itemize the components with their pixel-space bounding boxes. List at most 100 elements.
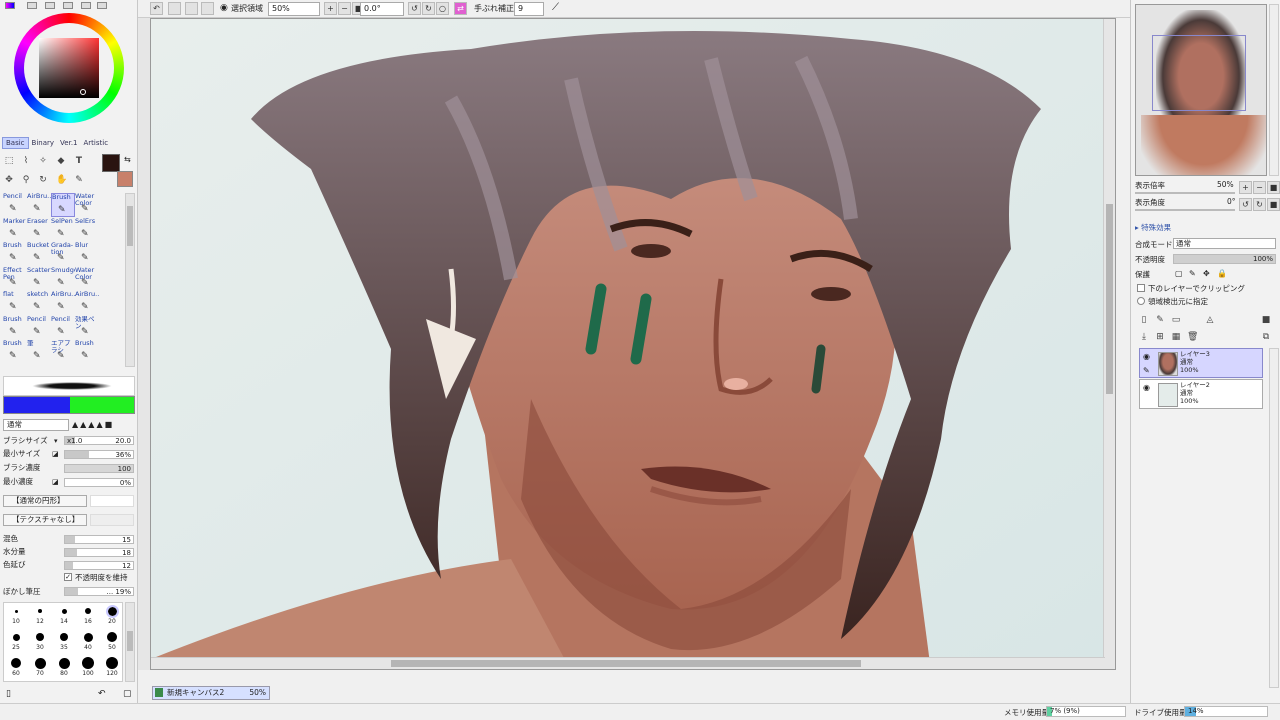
- nav-zoom-slider[interactable]: [1135, 192, 1235, 194]
- nav-rotate-reset-button[interactable]: ■: [1267, 198, 1280, 211]
- horizontal-scrollbar[interactable]: [151, 657, 1105, 669]
- brush-tool-10[interactable]: Grada- tion ✎: [51, 242, 75, 266]
- brush-tool-22[interactable]: Pencil ✎: [51, 316, 75, 340]
- primary-color-swatch[interactable]: [102, 154, 120, 172]
- dot-scrollbar[interactable]: [125, 602, 135, 682]
- brush-size-dot[interactable]: [36, 633, 44, 641]
- brush-tool-9[interactable]: Bucket ✎: [27, 242, 51, 266]
- brush-size-dot[interactable]: [105, 604, 119, 618]
- tab-ver1[interactable]: Ver.1: [57, 138, 80, 148]
- brush-tool-3[interactable]: Water Color ✎: [75, 193, 99, 217]
- brush-tool-21[interactable]: Pencil ✎: [27, 316, 51, 340]
- new-folder-icon[interactable]: ▭: [1171, 315, 1181, 325]
- min-size-slider[interactable]: 36%: [64, 450, 134, 459]
- brush-size-dot[interactable]: [12, 633, 20, 641]
- blur-slider[interactable]: ... 19%: [64, 587, 134, 596]
- color-wheel[interactable]: [14, 13, 124, 123]
- delete-layer-icon[interactable]: 🗑: [1187, 332, 1198, 342]
- brush-tool-8[interactable]: Brush ✎: [3, 242, 27, 266]
- rect-select-icon[interactable]: ⬚: [4, 156, 14, 166]
- layer-item[interactable]: ◉ ✎ レイヤー3 通常 100%: [1139, 348, 1263, 378]
- layer-pen-icon[interactable]: ✎: [1143, 366, 1150, 375]
- new-pen-layer-icon[interactable]: ✎: [1155, 315, 1165, 325]
- tab-artistic[interactable]: Artistic: [81, 138, 112, 148]
- color-square[interactable]: [39, 38, 99, 98]
- brush-size-dropdown-icon[interactable]: ▾: [54, 437, 58, 445]
- brush-size-slider[interactable]: x1.0 20.0: [64, 436, 134, 445]
- nav-rotate-left-button[interactable]: ↺: [1239, 198, 1252, 211]
- mask-icon[interactable]: ◬: [1205, 315, 1215, 325]
- brush-size-dot[interactable]: [106, 657, 118, 669]
- tab-basic[interactable]: Basic: [2, 137, 29, 149]
- hand-icon[interactable]: ✋: [56, 175, 67, 185]
- rotate-left-button[interactable]: ↺: [408, 2, 421, 15]
- density-slider[interactable]: 100: [64, 464, 134, 473]
- new-layer-icon[interactable]: ▯: [1139, 315, 1149, 325]
- eyedropper-icon[interactable]: ✎: [74, 175, 84, 185]
- swap-colors-icon[interactable]: ⇆: [124, 155, 131, 164]
- brush-tool-15[interactable]: Water Color ✎: [75, 267, 99, 291]
- tool-scrollbar[interactable]: [125, 193, 135, 367]
- brush-tool-12[interactable]: Effect Pen ✎: [3, 267, 27, 291]
- brush-size-dot[interactable]: [34, 657, 46, 669]
- water-slider[interactable]: 18: [64, 548, 134, 557]
- brush-tool-0[interactable]: Pencil ✎: [3, 193, 27, 217]
- layer-settings-icon[interactable]: ■: [1261, 315, 1271, 325]
- magic-wand-icon[interactable]: ✧: [38, 156, 48, 166]
- stabilizer-select[interactable]: 9: [514, 2, 544, 16]
- visibility-eye-icon[interactable]: ◉: [1143, 352, 1150, 361]
- texture-select-value[interactable]: [90, 514, 134, 526]
- brush-tool-25[interactable]: 筆 ✎: [27, 340, 51, 364]
- brush-size-dot[interactable]: [58, 657, 70, 669]
- layer-item[interactable]: ◉ レイヤー2 通常 100%: [1139, 379, 1263, 409]
- brush-size-dot[interactable]: [83, 632, 93, 642]
- pressure-icon-2[interactable]: ◪: [52, 478, 59, 486]
- opacity-slider[interactable]: 100%: [1173, 254, 1276, 264]
- brush-tool-26[interactable]: エアブラシ ✎: [51, 340, 75, 364]
- detect-radio[interactable]: [1137, 297, 1145, 305]
- stretch-slider[interactable]: 12: [64, 561, 134, 570]
- zoom-icon[interactable]: ⚲: [21, 175, 31, 185]
- page-icon[interactable]: ▯: [6, 689, 11, 699]
- brush-tool-7[interactable]: SelErs ✎: [75, 218, 99, 242]
- lasso-icon[interactable]: ⌇: [21, 156, 31, 166]
- protect-opacity-icon[interactable]: ▢: [1175, 269, 1183, 278]
- brush-tool-27[interactable]: Brush ✎: [75, 340, 99, 364]
- brush-tool-11[interactable]: Blur ✎: [75, 242, 99, 266]
- rotate-right-button[interactable]: ↻: [422, 2, 435, 15]
- protect-draw-icon[interactable]: ✎: [1189, 269, 1196, 278]
- mix-slider[interactable]: 15: [64, 535, 134, 544]
- flip-button[interactable]: ⇄: [454, 2, 467, 15]
- brush-size-dot[interactable]: [85, 608, 91, 614]
- brush-size-dot[interactable]: [38, 609, 42, 613]
- brush-size-dot[interactable]: [107, 632, 117, 642]
- brush-tool-2[interactable]: Brush ✎: [51, 193, 75, 217]
- navigator-preview[interactable]: [1135, 4, 1267, 176]
- nav-angle-slider[interactable]: [1135, 209, 1235, 211]
- effects-toggle[interactable]: ▸ 特殊効果: [1135, 222, 1171, 233]
- brush-tool-14[interactable]: Smudge ✎: [51, 267, 75, 291]
- transfer-down-icon[interactable]: ⤓: [1139, 332, 1149, 342]
- navigator-scrollbar[interactable]: [1269, 4, 1279, 176]
- angle-select[interactable]: 0.0°: [360, 2, 404, 16]
- brush-tool-1[interactable]: AirBru... ✎: [27, 193, 51, 217]
- layer-scrollbar[interactable]: [1269, 348, 1279, 688]
- secondary-color-swatch[interactable]: [117, 171, 133, 187]
- tip-shape-buttons[interactable]: ▲▲▲▲■: [72, 419, 134, 431]
- layer-options-icon[interactable]: ⧉: [1261, 332, 1271, 342]
- rotate-reset-button[interactable]: ○: [436, 2, 449, 15]
- zoom-out-button[interactable]: −: [338, 2, 351, 15]
- protect-move-icon[interactable]: ✥: [1203, 269, 1210, 278]
- vertical-scrollbar[interactable]: [1103, 19, 1115, 669]
- brush-blend-select[interactable]: 通常: [3, 419, 69, 431]
- keep-opacity-checkbox[interactable]: ✓: [64, 573, 72, 581]
- toolbar-button-b[interactable]: [185, 2, 198, 15]
- brush-tool-23[interactable]: 効果ペン ✎: [75, 316, 99, 340]
- brush-tool-5[interactable]: Eraser ✎: [27, 218, 51, 242]
- zoom-select[interactable]: 50%: [268, 2, 320, 16]
- canvas-area[interactable]: [150, 18, 1116, 670]
- texture-select[interactable]: 【テクスチャなし】: [3, 514, 87, 526]
- rotate-icon[interactable]: ↻: [38, 175, 48, 185]
- brush-tool-19[interactable]: AirBru... ✎: [75, 291, 99, 315]
- blend-mode-select[interactable]: 通常: [1173, 238, 1276, 249]
